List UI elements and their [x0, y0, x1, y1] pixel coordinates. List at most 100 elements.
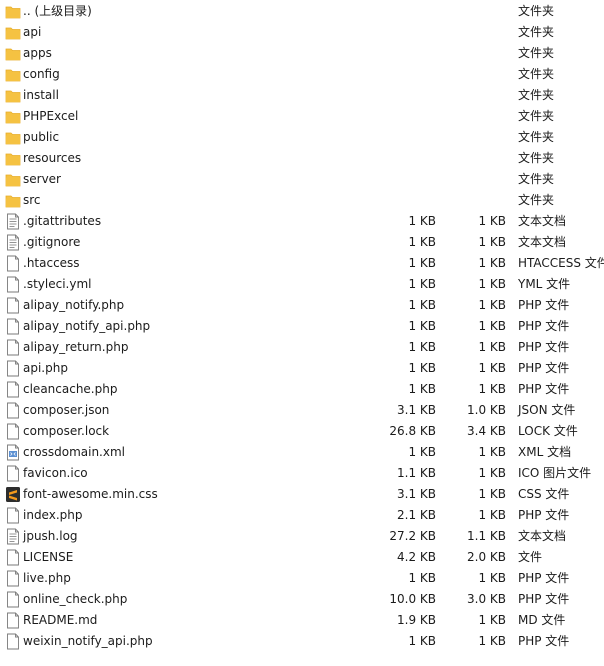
file-row[interactable]: cleancache.php 1 KB 1 KB PHP 文件 — [0, 379, 604, 400]
file-row[interactable]: resources 文件夹 — [0, 148, 604, 169]
file-icon — [5, 339, 21, 356]
file-size: 1 KB — [408, 277, 436, 291]
file-row[interactable]: alipay_return.php 1 KB 1 KB PHP 文件 — [0, 337, 604, 358]
file-row[interactable]: font-awesome.min.css 3.1 KB 1 KB CSS 文件 — [0, 484, 604, 505]
file-packed-size: 1 KB — [478, 235, 506, 249]
file-size: 27.2 KB — [389, 529, 436, 543]
file-row[interactable]: jpush.log 27.2 KB 1.1 KB 文本文档 — [0, 526, 604, 547]
file-packed-size: 1 KB — [478, 319, 506, 333]
file-size: 2.1 KB — [397, 508, 436, 522]
file-row[interactable]: index.php 2.1 KB 1 KB PHP 文件 — [0, 505, 604, 526]
folder-icon — [5, 171, 21, 188]
file-name: .gitignore — [23, 235, 81, 249]
file-name: README.md — [23, 613, 98, 627]
file-row[interactable]: src 文件夹 — [0, 190, 604, 211]
file-name: crossdomain.xml — [23, 445, 125, 459]
folder-icon — [5, 87, 21, 104]
file-packed-size: 1 KB — [478, 277, 506, 291]
file-row[interactable]: online_check.php 10.0 KB 3.0 KB PHP 文件 — [0, 589, 604, 610]
file-row[interactable]: README.md 1.9 KB 1 KB MD 文件 — [0, 610, 604, 631]
file-row[interactable]: public 文件夹 — [0, 127, 604, 148]
file-name: .. (上级目录) — [23, 4, 92, 18]
file-row[interactable]: weixin_notify_api.php 1 KB 1 KB PHP 文件 — [0, 631, 604, 652]
file-type: PHP 文件 — [518, 508, 570, 522]
file-type: 文件夹 — [518, 151, 555, 165]
file-type: 文件夹 — [518, 67, 555, 81]
file-packed-size: 1 KB — [478, 571, 506, 585]
file-row[interactable]: favicon.ico 1.1 KB 1 KB ICO 图片文件 — [0, 463, 604, 484]
file-name: .gitattributes — [23, 214, 102, 228]
file-type: MD 文件 — [518, 613, 566, 627]
file-name: config — [23, 67, 60, 81]
file-size: 1 KB — [408, 256, 436, 270]
file-row[interactable]: LICENSE 4.2 KB 2.0 KB 文件 — [0, 547, 604, 568]
folder-icon — [5, 192, 21, 209]
file-packed-size: 2.0 KB — [467, 550, 506, 564]
file-name: .htaccess — [23, 256, 80, 270]
file-packed-size: 1 KB — [478, 361, 506, 375]
sublime-icon — [5, 486, 21, 503]
file-row[interactable]: server 文件夹 — [0, 169, 604, 190]
file-type: 文件夹 — [518, 25, 555, 39]
file-size: 3.1 KB — [397, 487, 436, 501]
file-name: api.php — [23, 361, 68, 375]
file-row[interactable]: .. (上级目录) 文件夹 — [0, 1, 604, 22]
file-name: server — [23, 172, 61, 186]
file-row[interactable]: alipay_notify.php 1 KB 1 KB PHP 文件 — [0, 295, 604, 316]
file-type: HTACCESS 文件 — [518, 256, 604, 270]
file-row[interactable]: .styleci.yml 1 KB 1 KB YML 文件 — [0, 274, 604, 295]
file-row[interactable]: apps 文件夹 — [0, 43, 604, 64]
file-list: .. (上级目录) 文件夹 api 文件夹 apps 文件夹 config 文件… — [0, 0, 604, 666]
file-row[interactable]: alipay_notify_api.php 1 KB 1 KB PHP 文件 — [0, 316, 604, 337]
file-row[interactable]: api.php 1 KB 1 KB PHP 文件 — [0, 358, 604, 379]
file-icon — [5, 507, 21, 524]
file-type: XML 文档 — [518, 445, 572, 459]
file-type: ICO 图片文件 — [518, 466, 592, 480]
folder-icon — [5, 3, 21, 20]
file-packed-size: 1 KB — [478, 466, 506, 480]
file-size: 1 KB — [408, 319, 436, 333]
file-size: 1 KB — [408, 235, 436, 249]
file-name: composer.json — [23, 403, 110, 417]
file-icon — [5, 549, 21, 566]
file-packed-size: 1 KB — [478, 508, 506, 522]
file-row[interactable]: api 文件夹 — [0, 22, 604, 43]
file-name: PHPExcel — [23, 109, 79, 123]
file-type: PHP 文件 — [518, 571, 570, 585]
file-row[interactable]: composer.json 3.1 KB 1.0 KB JSON 文件 — [0, 400, 604, 421]
file-type: CSS 文件 — [518, 487, 570, 501]
file-name: alipay_notify_api.php — [23, 319, 151, 333]
file-row[interactable]: config 文件夹 — [0, 64, 604, 85]
folder-icon — [5, 129, 21, 146]
file-type: PHP 文件 — [518, 382, 570, 396]
file-type: 文件夹 — [518, 172, 555, 186]
file-row[interactable]: crossdomain.xml 1 KB 1 KB XML 文档 — [0, 442, 604, 463]
file-icon — [5, 465, 21, 482]
file-row[interactable]: composer.lock 26.8 KB 3.4 KB LOCK 文件 — [0, 421, 604, 442]
file-row[interactable]: .gitattributes 1 KB 1 KB 文本文档 — [0, 211, 604, 232]
file-size: 1.1 KB — [397, 466, 436, 480]
file-icon — [5, 297, 21, 314]
file-packed-size: 1 KB — [478, 487, 506, 501]
file-icon — [5, 381, 21, 398]
folder-icon — [5, 108, 21, 125]
file-size: 4.2 KB — [397, 550, 436, 564]
file-name: api — [23, 25, 42, 39]
file-name: live.php — [23, 571, 71, 585]
file-type: PHP 文件 — [518, 319, 570, 333]
file-packed-size: 1 KB — [478, 382, 506, 396]
file-row[interactable]: PHPExcel 文件夹 — [0, 106, 604, 127]
file-type: PHP 文件 — [518, 298, 570, 312]
file-row[interactable]: install 文件夹 — [0, 85, 604, 106]
file-row[interactable]: .htaccess 1 KB 1 KB HTACCESS 文件 — [0, 253, 604, 274]
file-packed-size: 1 KB — [478, 214, 506, 228]
file-name: apps — [23, 46, 52, 60]
file-type: 文件夹 — [518, 46, 555, 60]
file-icon — [5, 423, 21, 440]
file-type: YML 文件 — [518, 277, 571, 291]
file-row[interactable]: .gitignore 1 KB 1 KB 文本文档 — [0, 232, 604, 253]
file-row[interactable]: live.php 1 KB 1 KB PHP 文件 — [0, 568, 604, 589]
file-icon — [5, 612, 21, 629]
file-size: 1 KB — [408, 214, 436, 228]
file-type: 文件夹 — [518, 109, 555, 123]
